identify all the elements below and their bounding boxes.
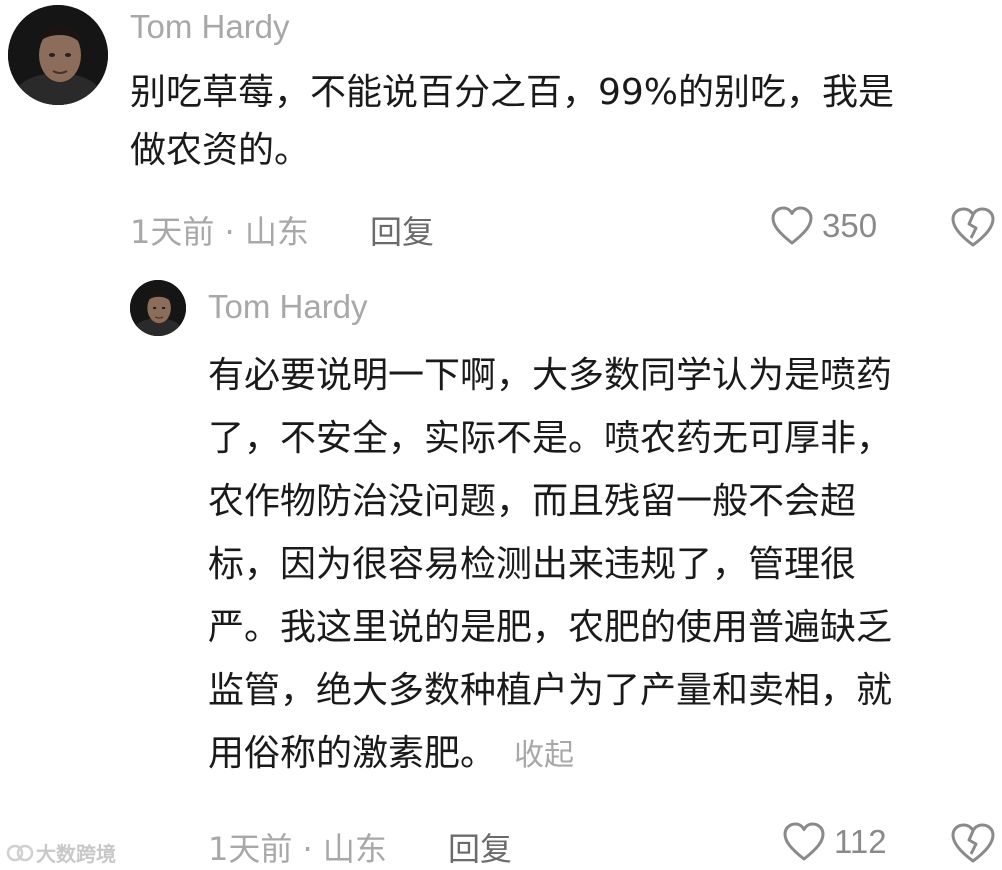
reply-avatar[interactable]	[130, 280, 186, 336]
reply-text-line: 农作物防治没问题，而且残留一般不会超	[208, 481, 857, 522]
comment-time-location: 1天前 · 山东	[130, 213, 309, 251]
comment-reply-button[interactable]: 回复	[370, 207, 434, 253]
broken-heart-icon	[951, 823, 995, 863]
watermark-logo-icon	[6, 844, 34, 861]
comment-like-count: 350	[822, 207, 878, 244]
heart-outline-icon	[783, 822, 825, 861]
collapse-button[interactable]: 收起	[514, 738, 574, 773]
reply-username[interactable]: Tom Hardy	[208, 288, 368, 326]
reply-reply-button[interactable]: 回复	[448, 824, 512, 870]
comment-text: 别吃草莓，不能说百分之百，99%的别吃，我是 做农资的。	[130, 64, 894, 180]
reply-text-line: 有必要说明一下啊，大多数同学认为是喷药	[208, 355, 893, 396]
broken-heart-icon	[951, 207, 995, 247]
reply-dislike-button[interactable]	[950, 822, 996, 868]
reply-text-line: 严。我这里说的是肥，农肥的使用普遍缺乏	[208, 607, 893, 648]
comment-text-line: 做农资的。	[130, 130, 311, 171]
heart-outline-icon	[771, 206, 813, 245]
comment-dislike-button[interactable]	[950, 206, 996, 252]
reply-like-count: 112	[834, 823, 887, 860]
watermark-text: 大数跨境	[36, 842, 116, 866]
comment-like-button[interactable]: 350	[770, 206, 877, 246]
watermark: 大数跨境	[6, 838, 116, 867]
reply-text-line: 监管，绝大多数种植户为了产量和卖相，就	[208, 670, 893, 711]
reply-text-line-last: 用俗称的激素肥。 收起	[208, 722, 892, 787]
comment-avatar[interactable]	[8, 5, 108, 105]
reply-like-button[interactable]: 112	[782, 822, 887, 862]
reply-text-line: 标，因为很容易检测出来违规了，管理很	[208, 544, 857, 585]
reply-text: 有必要说明一下啊，大多数同学认为是喷药 了，不安全，实际不是。喷农药无可厚非， …	[208, 344, 892, 787]
comment-text-line: 别吃草莓，不能说百分之百，99%的别吃，我是	[130, 72, 895, 113]
reply-time-location: 1天前 · 山东	[208, 830, 387, 868]
reply-text-line: 了，不安全，实际不是。喷农药无可厚非，	[208, 418, 893, 459]
avatar-portrait	[130, 280, 186, 336]
comment-username[interactable]: Tom Hardy	[130, 8, 290, 46]
reply-text-line: 用俗称的激素肥。	[208, 733, 497, 774]
avatar-portrait	[8, 5, 108, 105]
